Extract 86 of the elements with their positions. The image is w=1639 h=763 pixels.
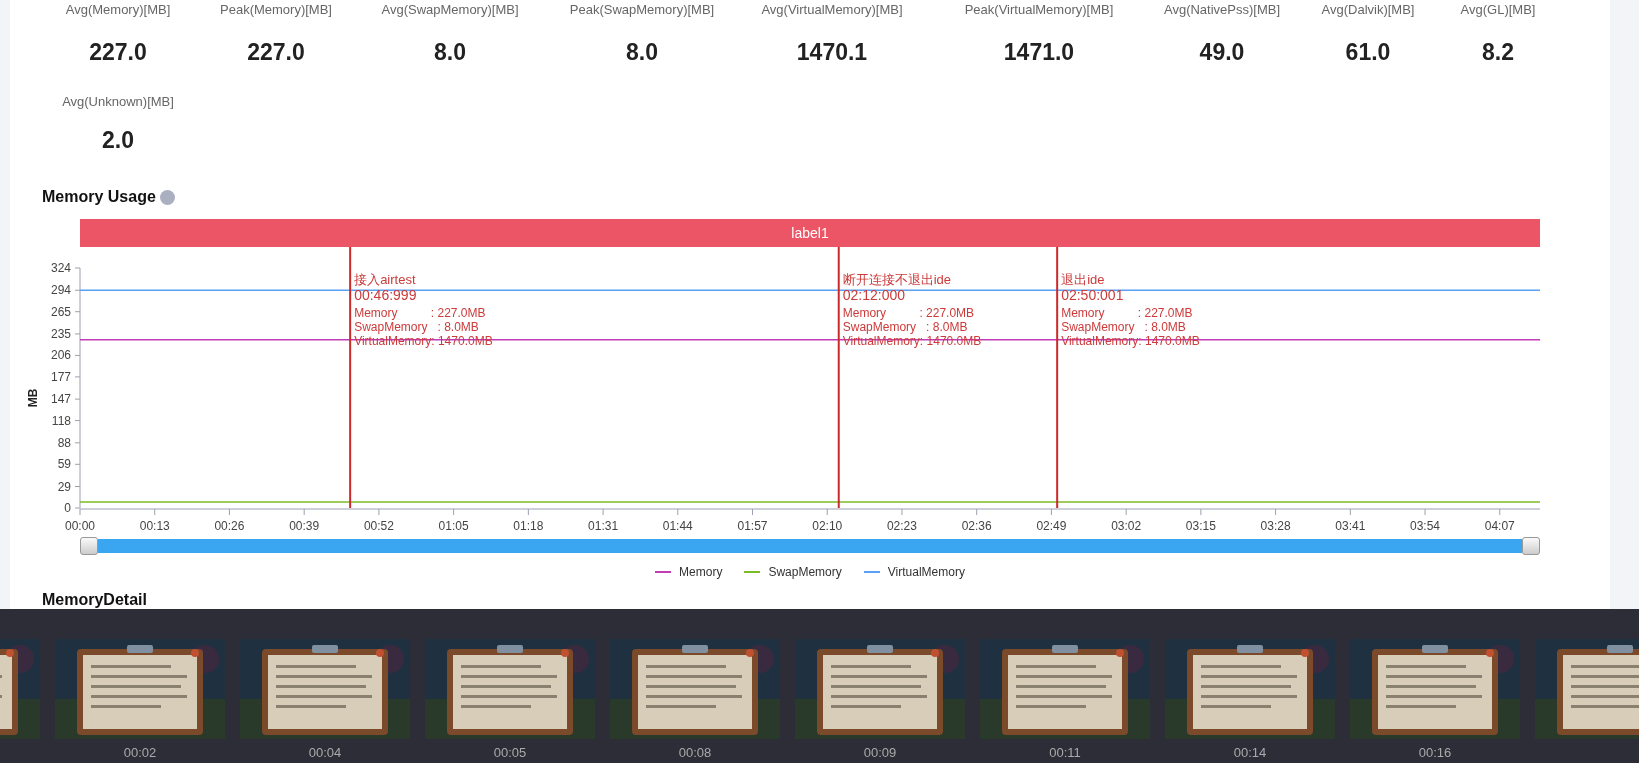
stat-label: Avg(NativePss)[MB]: [1163, 2, 1281, 17]
axis-title: MB: [26, 388, 40, 408]
frame-time: 00:05: [493, 745, 527, 760]
legend-line-icon[interactable]: [655, 571, 672, 573]
marker-detail: Memory : 227.0MB: [842, 306, 975, 320]
stat-value: 49.0: [1199, 39, 1245, 66]
axis-label: 147: [50, 392, 71, 407]
axis-label: 03:54: [1410, 519, 1441, 533]
stat-value: 2.0: [102, 127, 134, 154]
axis-label: 02:23: [886, 519, 917, 533]
axis-label: 88: [57, 435, 71, 450]
axis-label: 00:00: [65, 519, 95, 533]
marker-title: 接入airtest: [354, 272, 416, 287]
axis-label: 01:31: [588, 519, 619, 533]
marker-title: 退出ide: [1061, 272, 1105, 287]
frame-time: 00:14: [1233, 745, 1267, 760]
axis-label: 02:49: [1036, 519, 1067, 533]
marker-time: 00:46:999: [354, 287, 417, 303]
axis-label: 235: [50, 326, 71, 341]
legend-label[interactable]: SwapMemory: [768, 565, 842, 579]
axis-label: 324: [50, 261, 71, 275]
marker-detail: Memory : 227.0MB: [1061, 306, 1193, 320]
axis-label: 59: [57, 457, 71, 472]
legend-label[interactable]: Memory: [679, 565, 723, 579]
frame-time: 00:09: [863, 745, 897, 760]
stat-label: Avg(VirtualMemory)[MB]: [761, 2, 903, 17]
stat-value: 227.0: [247, 39, 305, 66]
range-slider-bar[interactable]: [98, 539, 1522, 553]
axis-label: 00:39: [289, 519, 320, 533]
marker-time: 02:12:000: [842, 287, 906, 303]
stat-value: 227.0: [89, 39, 147, 66]
stat-label: Peak(Memory)[MB]: [220, 2, 332, 17]
slider-handle[interactable]: [1522, 537, 1540, 555]
marker-detail: Memory : 227.0MB: [354, 306, 486, 320]
frame-time: 00:16: [1418, 745, 1452, 760]
axis-label: 00:13: [139, 519, 170, 533]
axis-label: 0: [64, 501, 71, 515]
axis-label: 02:36: [961, 519, 992, 533]
stat-value: 1471.0: [1003, 39, 1075, 66]
axis-label: 03:02: [1111, 519, 1142, 533]
stat-value: 8.0: [434, 39, 466, 66]
legend-line-icon[interactable]: [863, 571, 880, 573]
marker-detail: SwapMemory : 8.0MB: [1061, 320, 1186, 334]
slider-handle[interactable]: [80, 537, 98, 555]
axis-label: 01:57: [737, 519, 768, 533]
axis-label: 118: [51, 413, 71, 428]
axis-label: 206: [50, 348, 71, 363]
axis-label: 29: [57, 479, 71, 494]
axis-label: 01:18: [513, 519, 544, 533]
stat-label: Avg(Dalvik)[MB]: [1321, 2, 1415, 17]
axis-label: 01:05: [438, 519, 469, 533]
stat-label: Avg(Memory)[MB]: [65, 2, 171, 17]
axis-label: 02:10: [812, 519, 843, 533]
help-icon[interactable]: [159, 189, 175, 205]
section-title: MemoryDetail: [42, 591, 147, 609]
stat-label: Peak(SwapMemory)[MB]: [569, 2, 715, 17]
axis-label: 177: [50, 369, 71, 384]
stat-label: Avg(Unknown)[MB]: [62, 94, 174, 109]
frame-time: 00:11: [1049, 745, 1081, 760]
axis-label: 03:41: [1335, 519, 1366, 533]
stat-value: 8.2: [1482, 39, 1514, 66]
frame-time: 00:04: [308, 745, 342, 760]
stat-value: 8.0: [626, 39, 658, 66]
marker-detail: SwapMemory : 8.0MB: [842, 320, 968, 334]
stat-label: Avg(SwapMemory)[MB]: [381, 2, 519, 17]
marker-detail: SwapMemory : 8.0MB: [354, 320, 479, 334]
axis-label: 01:44: [662, 519, 693, 533]
axis-label: 00:26: [214, 519, 245, 533]
axis-label: 265: [50, 304, 71, 319]
legend-label[interactable]: VirtualMemory: [887, 565, 965, 579]
stat-value: 1470.1: [796, 39, 868, 66]
stat-value: 61.0: [1345, 39, 1391, 66]
frame-time: 00:08: [678, 745, 712, 760]
marker-title: 断开连接不退出ide: [842, 272, 952, 287]
marker-time: 02:50:001: [1061, 287, 1124, 303]
frame-time: 00:02: [123, 745, 157, 760]
stat-label: Avg(GL)[MB]: [1460, 2, 1536, 17]
legend-line-icon[interactable]: [744, 571, 761, 573]
axis-label: 00:52: [363, 519, 394, 533]
section-title: Memory Usage: [42, 188, 156, 206]
label-bar: label1: [80, 219, 1540, 247]
stat-label: Peak(VirtualMemory)[MB]: [964, 2, 1114, 17]
axis-label: 04:07: [1484, 519, 1515, 533]
axis-label: 03:15: [1185, 519, 1216, 533]
axis-label: 03:28: [1260, 519, 1291, 533]
axis-label: 294: [50, 283, 71, 298]
